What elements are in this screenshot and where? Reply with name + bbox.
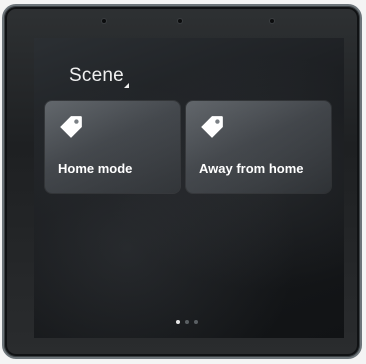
page-dot xyxy=(194,320,198,324)
scene-tile-home-mode[interactable]: Home mode xyxy=(45,101,180,193)
sensor-dot xyxy=(102,19,106,23)
scene-tile-away-from-home[interactable]: Away from home xyxy=(186,101,331,193)
tag-icon xyxy=(201,116,223,138)
scene-label: Home mode xyxy=(58,161,133,176)
sensor-dot xyxy=(270,19,274,23)
smart-panel-device: Scene Home mode Away from home xyxy=(2,4,362,359)
page-title[interactable]: Scene xyxy=(69,65,124,87)
dropdown-caret-icon[interactable] xyxy=(124,83,129,88)
page-dot xyxy=(185,320,189,324)
touch-screen: Scene Home mode Away from home xyxy=(34,38,344,338)
scene-label: Away from home xyxy=(199,161,304,176)
camera-dot xyxy=(178,19,182,23)
tag-icon xyxy=(60,116,82,138)
page-dot-active xyxy=(176,320,180,324)
